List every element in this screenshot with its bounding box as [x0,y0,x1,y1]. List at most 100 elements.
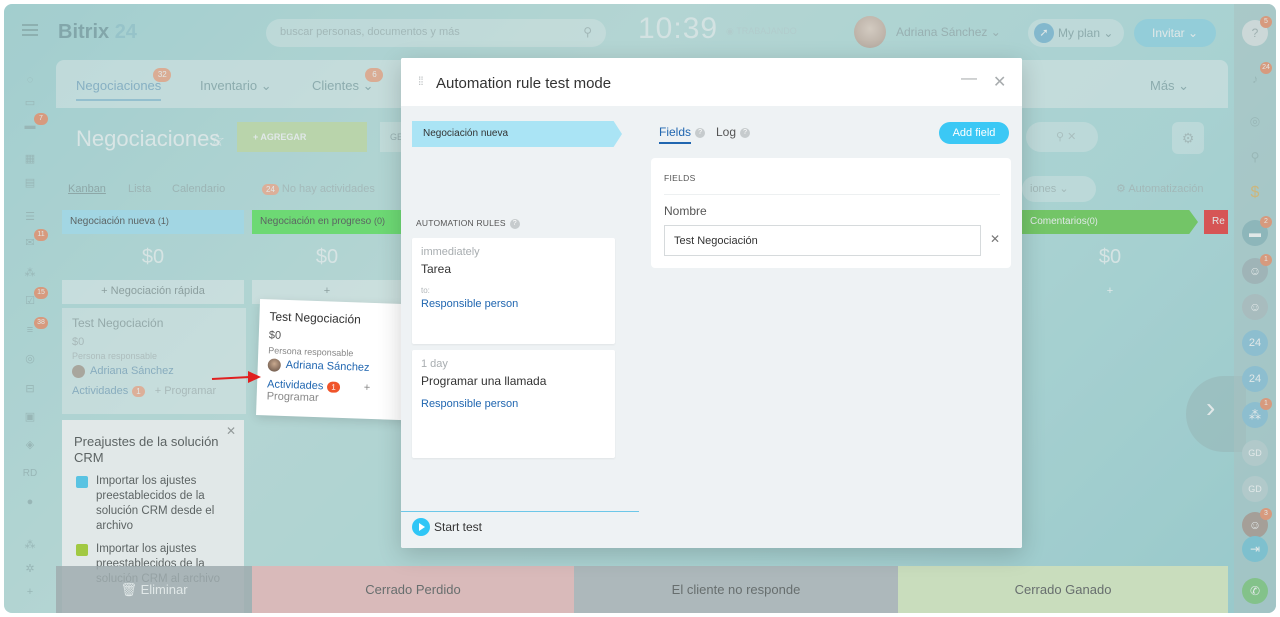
drag-handle-icon[interactable]: ⁞⁞ [418,74,424,88]
automation-test-modal: ⁞⁞ Automation rule test mode — ✕ Negocia… [401,58,1022,548]
stage-in-progress[interactable]: Negociación en progreso (0) [252,210,402,234]
import-presets-link[interactable]: Importar los ajustes preestablecidos de … [74,474,232,534]
search-input[interactable]: buscar personas, documentos y más ⚲ [266,19,606,47]
avatar[interactable]: ☺ 3 [1242,508,1272,538]
star-icon[interactable]: ☆ [209,130,225,151]
clear-icon[interactable]: ✕ [990,232,1000,246]
messages-icon[interactable]: ▬ 7 [22,113,48,134]
sites-icon[interactable]: ⁂ [22,538,38,552]
groups-icon[interactable]: ⁂ [22,266,38,280]
stage-comments[interactable]: Comentarios(0) [1022,210,1198,234]
help-icon[interactable]: ? [695,127,706,138]
quick-deal-button[interactable]: + Negociación rápida [62,280,244,304]
rule-card[interactable]: immediately Tarea to: Responsible person [412,238,615,344]
help-icon[interactable]: ? [740,127,751,138]
logo[interactable]: Bitrix 24 [58,21,137,44]
automation-button[interactable]: ⚙ Automatización [1116,182,1204,195]
add-deal-button[interactable]: + AGREGAR [237,122,367,152]
divider [401,511,639,512]
rules-panel: Negociación nueva AUTOMATION RULES? imme… [401,106,639,548]
activities-filter[interactable]: 24 No hay actividades [262,183,375,195]
rule-card[interactable]: 1 day Programar una llamada Responsible … [412,350,615,458]
name-field[interactable] [664,225,981,256]
exit-icon[interactable]: ⇥ [1242,536,1268,562]
gear-icon[interactable]: ⚙ [1172,122,1204,154]
deal-card-placeholder[interactable]: Test Negociación $0 Persona responsable … [62,308,246,414]
tab-log[interactable]: Log? [716,125,751,139]
stage-sum: $0 [141,246,165,268]
help-icon[interactable]: ? [509,218,520,229]
stage-new[interactable]: Negociación nueva (1) [62,210,244,234]
crm-icon[interactable]: ≡ 38 [22,317,48,338]
responsible-person-link[interactable]: Adriana Sánchez [268,358,420,375]
group-icon[interactable]: ⁂ 1 [1242,398,1272,428]
won-dropzone[interactable]: Cerrado Ganado [898,566,1228,613]
activities-link[interactable]: Actividades 1 + Programar [266,378,419,407]
filter-pill[interactable]: ⚲ ✕ [1026,122,1098,152]
tab-fields[interactable]: Fields? [659,125,706,144]
user-name[interactable]: Adriana Sánchez ⌄ [896,25,1001,39]
view-list[interactable]: Lista [128,183,151,195]
target-icon[interactable]: ◎ [22,352,38,366]
invite-button[interactable]: Invitar ⌄ [1134,19,1216,47]
bell-icon[interactable]: ♪ 24 [1242,62,1272,92]
no-response-dropzone[interactable]: El cliente no responde [574,566,898,613]
tab-inventory[interactable]: Inventario ⌄ [200,78,272,94]
work-status[interactable]: ◉ TRABAJANDO [726,26,797,37]
delete-dropzone[interactable]: 🗑 Eliminar [56,566,252,613]
avatar[interactable]: GD [1242,476,1268,502]
robot-icon[interactable]: ◈ [22,438,38,452]
phone-icon[interactable]: ✆ [1242,578,1268,604]
chat-icon[interactable]: ▭ [22,96,38,110]
avatar[interactable]: ☺ [1242,294,1268,320]
drive-icon[interactable]: ☰ [22,210,38,224]
tab-more[interactable]: Más ⌄ [1150,78,1189,94]
tasks-icon[interactable]: ☑ 15 [22,287,48,308]
dollar-icon[interactable]: $ [1242,180,1268,206]
view-kanban[interactable]: Kanban [68,183,106,195]
help-icon[interactable]: ? 5 [1242,16,1272,46]
tab-clients[interactable]: Clientes ⌄ 6 [312,68,384,94]
search-icon[interactable]: ⚲ [1242,144,1268,170]
chat-icon[interactable]: ▬ 2 [1242,216,1272,246]
close-icon[interactable]: ✕ [993,72,1006,92]
quick-deal-button[interactable]: + [1022,280,1198,304]
avatar[interactable] [854,16,886,48]
field-label: Nombre [664,204,707,218]
search-icon[interactable]: ⚲ [583,25,592,39]
mail-icon[interactable]: ✉ 11 [22,229,48,250]
left-sidebar: ◌ ▭ ▬ 7 ▦ ▤ ☰ ✉ 11 ⁂ ☑ 15 ≡ 38 ◎ ⊟ ▣ ◈ RD ● … [4,60,56,613]
settings-icon[interactable]: ✲ [22,562,38,576]
view-calendar[interactable]: Calendario [172,183,225,195]
fields-panel: Fields? Log? Add field FIELDS Nombre ✕ [639,106,1022,548]
clock[interactable]: 10:39 [638,12,718,46]
my-plan-button[interactable]: ➚ My plan ⌄ [1028,19,1124,47]
start-test-button[interactable]: Start test [412,518,482,536]
open-channel-icon[interactable]: 24 [1242,366,1268,392]
minimize-icon[interactable]: — [961,70,977,88]
extensions-pill[interactable]: iones ⌄ [1022,176,1096,202]
pointer-arrow-icon [211,371,261,383]
avatar[interactable]: GD [1242,440,1268,466]
lost-dropzone[interactable]: Cerrado Perdido [252,566,574,613]
calendar-icon[interactable]: ▦ [22,152,38,166]
avatar[interactable]: ☺ 1 [1242,254,1272,284]
stage-sum: $0 [315,246,339,268]
menu-icon[interactable] [22,24,38,36]
tab-deals[interactable]: Negociaciones 32 [76,68,172,101]
stage-next[interactable]: Re [1204,210,1228,234]
modal-header: ⁞⁞ Automation rule test mode — ✕ [401,58,1022,106]
docs-icon[interactable]: ▤ [22,176,38,190]
timeline-icon[interactable]: ◎ [1242,108,1268,134]
time-icon[interactable]: ● [22,496,38,510]
feed-icon[interactable]: ◌ [22,74,38,88]
close-icon[interactable]: ✕ [226,424,236,438]
open-channel-icon[interactable]: 24 [1242,330,1268,356]
fields-card: FIELDS Nombre ✕ [651,158,1011,268]
shop-icon[interactable]: ⊟ [22,382,38,396]
rpa-icon[interactable]: RD [22,468,38,482]
add-field-button[interactable]: Add field [939,122,1009,144]
contact-center-icon[interactable]: ▣ [22,410,38,424]
current-stage: Negociación nueva [412,121,622,147]
add-icon[interactable]: + [22,586,38,600]
